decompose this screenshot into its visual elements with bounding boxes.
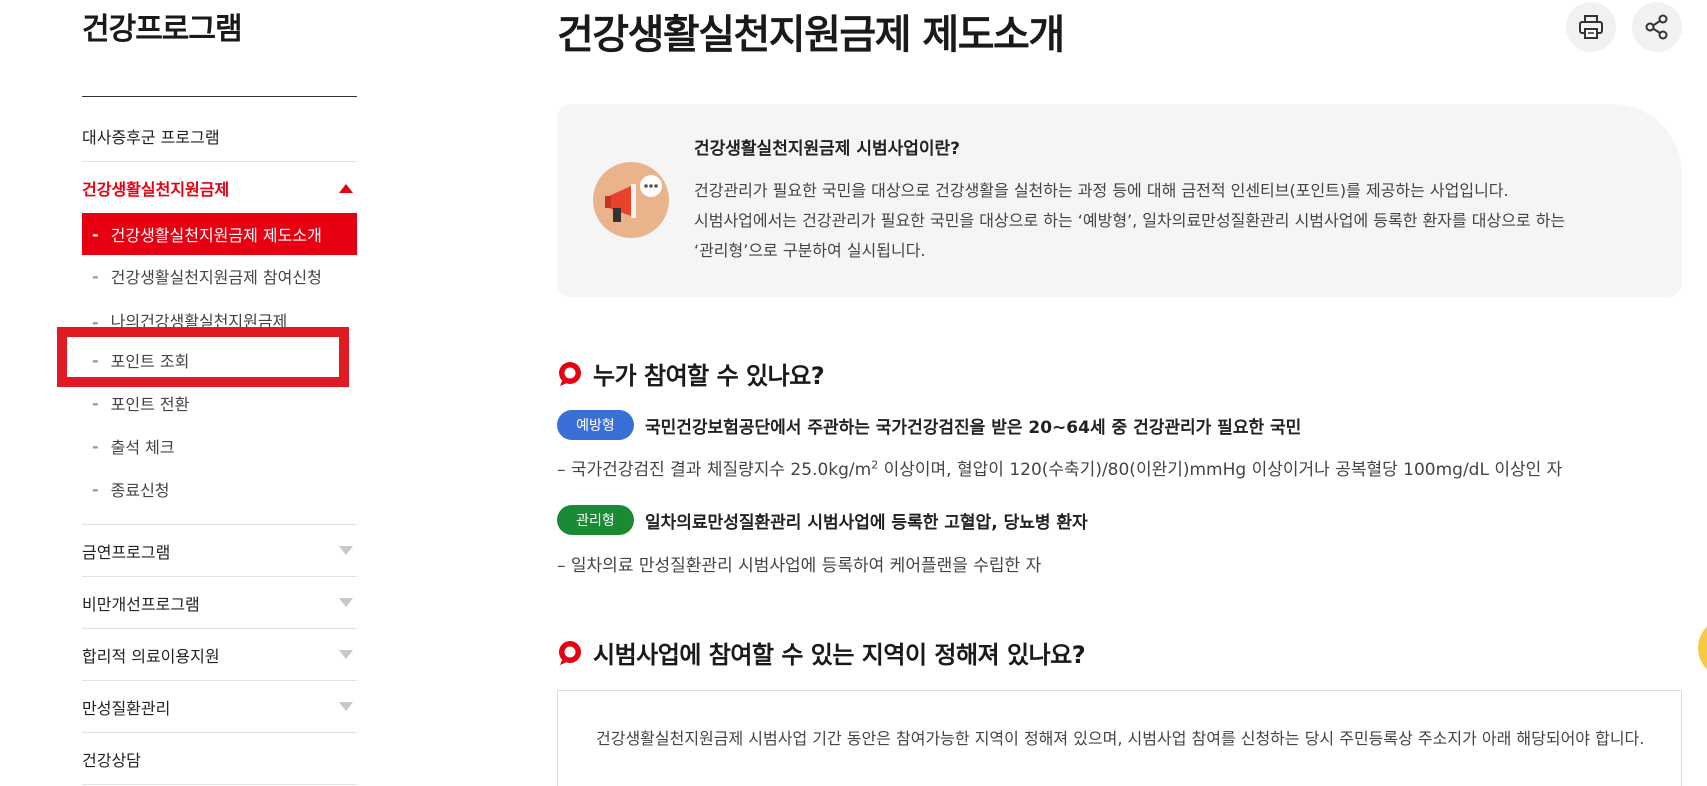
target-managed-desc: – 일차의료 만성질환관리 시범사업에 등록하여 케어플랜을 수립한 자: [557, 556, 1042, 576]
sidebar-item-obesity[interactable]: 비만개선프로그램: [82, 577, 357, 629]
chevron-down-icon: [339, 650, 353, 659]
sidebar-item-label: 건강생활실천지원금제: [82, 180, 230, 199]
chevron-down-icon: [339, 702, 353, 711]
print-button[interactable]: [1566, 2, 1616, 52]
sidebar-item-label: 건강상담: [82, 750, 141, 770]
page-title: 건강생활실천지원금제 제도소개: [557, 12, 1065, 58]
sidebar-item-label: 합리적 의료이용지원: [82, 646, 220, 666]
sidebar-item-chronic[interactable]: 만성질환관리: [82, 681, 357, 733]
target-preventive: 국민건강보험공단에서 주관하는 국가건강검진을 받은 20~64세 중 건강관리…: [645, 418, 1302, 438]
section-heading-text: 시범사업에 참여할 수 있는 지역이 정해져 있나요?: [593, 641, 1086, 669]
desc-suffix: 이상이며, 혈압이 120(수축기)/80(이완기)mmHg 이상이거나 공복혈…: [878, 460, 1563, 480]
intro-title: 건강생활실천지원금제 시범사업이란?: [694, 139, 961, 159]
intro-text-line: 건강관리가 필요한 국민을 대상으로 건강생활을 실천하는 과정 등에 대해 금…: [694, 181, 1509, 200]
dash-icon: -: [92, 393, 99, 413]
desc-prefix: – 국가건강검진 결과 체질량지수 25.0kg/m: [557, 460, 872, 480]
sidebar-item-label: 대사증후군 프로그램: [82, 127, 220, 147]
subitem-point-convert[interactable]: - 포인트 전환: [82, 382, 357, 424]
intro-text-line: ‘관리형’으로 구분하여 실시됩니다.: [694, 241, 926, 260]
subitem-terminate[interactable]: - 종료신청: [82, 468, 357, 510]
highlight-annotation-box: [57, 327, 349, 387]
sidebar-item-health-incentive[interactable]: 건강생활실천지원금제: [82, 162, 357, 214]
sidebar-item-label: 금연프로그램: [82, 542, 171, 562]
intro-text-line: 시범사업에서는 건강관리가 필요한 국민을 대상으로 하는 ‘예방형’, 일차의…: [694, 211, 1566, 230]
section-heading-region: 시범사업에 참여할 수 있는 지역이 정해져 있나요?: [557, 635, 1086, 670]
megaphone-icon: [593, 162, 669, 238]
chevron-up-icon: [339, 183, 353, 193]
subitem-label: 종료신청: [110, 481, 170, 500]
sidebar-item-medical-use[interactable]: 합리적 의료이용지원: [82, 629, 357, 681]
speech-bubble-icon: [559, 361, 581, 386]
dash-icon: -: [92, 224, 99, 244]
badge-managed: 관리형: [557, 505, 634, 535]
section-heading-eligibility: 누가 참여할 수 있나요?: [557, 356, 825, 391]
subitem-intro[interactable]: - 건강생활실천지원금제 제도소개: [82, 213, 357, 255]
subitem-label: 포인트 전환: [110, 395, 190, 414]
chevron-down-icon: [339, 546, 353, 555]
region-info-box: 건강생활실천지원금제 시범사업 기간 동안은 참여가능한 지역이 정해져 있으며…: [557, 690, 1682, 786]
dash-icon: -: [92, 266, 99, 286]
share-icon: [1645, 14, 1668, 40]
section-heading-text: 누가 참여할 수 있나요?: [593, 362, 825, 390]
dash-icon: -: [92, 436, 99, 456]
sidebar-divider: [82, 96, 357, 97]
target-preventive-desc: – 국가건강검진 결과 체질량지수 25.0kg/m2 이상이며, 혈압이 12…: [557, 455, 1562, 480]
sidebar-item-consult[interactable]: 건강상담: [82, 733, 357, 785]
badge-preventive: 예방형: [557, 410, 634, 440]
print-icon: [1579, 15, 1603, 39]
sidebar-item-label: 만성질환관리: [82, 698, 171, 718]
sidebar-item-label: 비만개선프로그램: [82, 594, 200, 614]
subitem-label: 건강생활실천지원금제 참여신청: [110, 268, 322, 287]
sidebar-item-smoking[interactable]: 금연프로그램: [82, 525, 357, 577]
speech-bubble-icon: [559, 640, 581, 665]
chevron-down-icon: [339, 598, 353, 607]
subitem-label: 건강생활실천지원금제 제도소개: [110, 226, 322, 245]
dash-icon: -: [92, 479, 99, 499]
subitem-apply[interactable]: - 건강생활실천지원금제 참여신청: [82, 255, 357, 297]
sidebar-title: 건강프로그램: [82, 12, 243, 47]
floating-widget[interactable]: [1698, 618, 1707, 678]
subitem-label: 출석 체크: [110, 438, 175, 457]
highlight-inner: [67, 337, 339, 377]
sidebar-item-metabolic[interactable]: 대사증후군 프로그램: [82, 110, 357, 162]
region-info-text: 건강생활실천지원금제 시범사업 기간 동안은 참여가능한 지역이 정해져 있으며…: [596, 729, 1645, 748]
intro-box: 건강생활실천지원금제 시범사업이란? 건강관리가 필요한 국민을 대상으로 건강…: [557, 104, 1682, 297]
subitem-attendance[interactable]: - 출석 체크: [82, 425, 357, 467]
target-managed: 일차의료만성질환관리 시범사업에 등록한 고혈압, 당뇨병 환자: [645, 513, 1088, 533]
share-button[interactable]: [1632, 2, 1682, 52]
